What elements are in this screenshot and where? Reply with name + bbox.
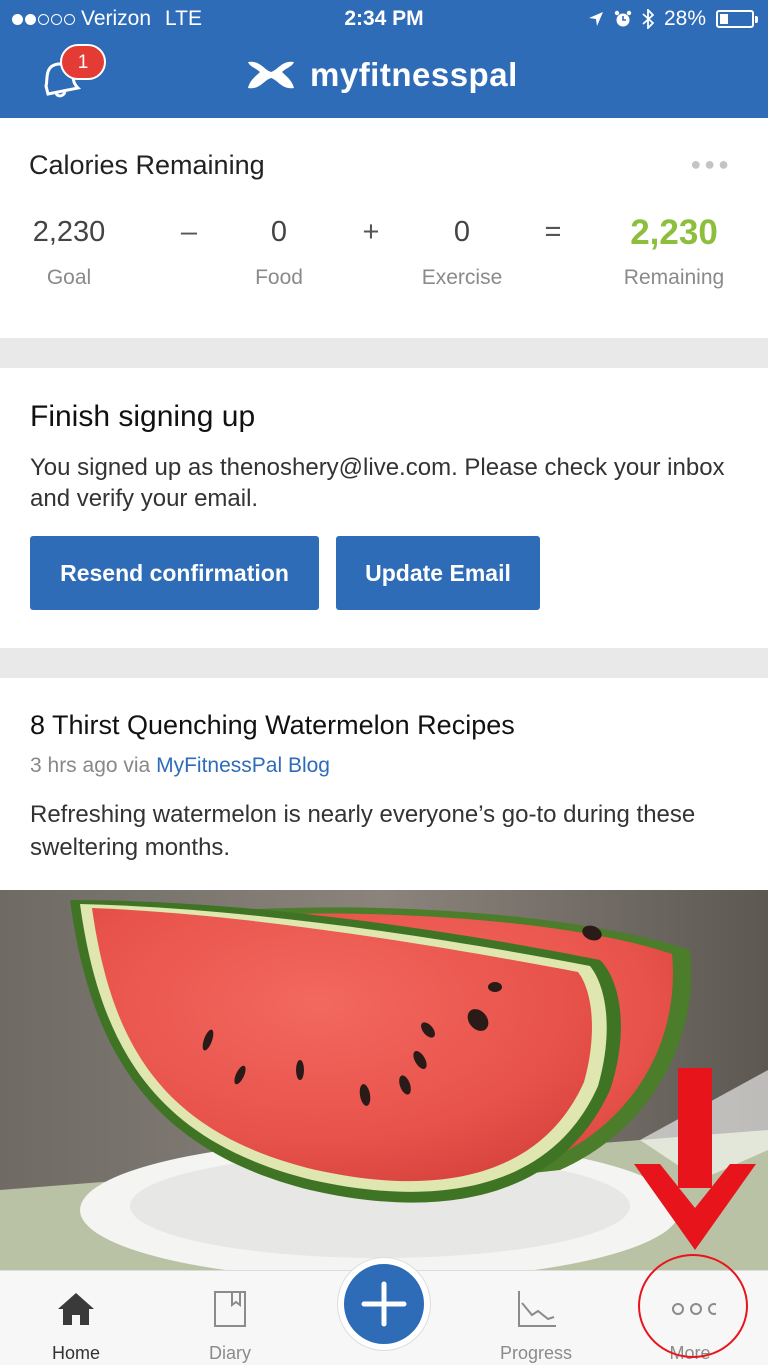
signup-title: Finish signing up [30,400,256,433]
status-right: 28% [588,7,758,31]
equals-sign: = [544,216,562,248]
article-time: 3 hrs ago via [30,754,157,777]
status-bar: Verizon LTE 2:34 PM 28% [0,0,768,40]
resend-confirmation-button[interactable]: Resend confirmation [30,536,319,610]
calories-card[interactable]: Calories Remaining ●●● 2,230 Goal – 0 Fo… [0,118,768,338]
plus-icon [361,1281,407,1327]
article-title[interactable]: 8 Thirst Quenching Watermelon Recipes [30,710,515,741]
update-email-button[interactable]: Update Email [336,536,540,610]
alarm-icon [614,10,632,27]
brand-name: myfitnesspal [310,56,518,93]
add-entry-button[interactable] [338,1258,430,1350]
finish-signup-card: Finish signing up You signed up as theno… [0,368,768,648]
tab-home-label: Home [51,1343,100,1363]
more-options-icon[interactable]: ●●● [690,154,732,175]
diary-icon [214,1291,246,1327]
annotation-arrow-icon [634,1068,756,1250]
battery-icon [716,10,758,28]
food-label: Food [255,266,303,289]
progress-icon [518,1291,556,1327]
tab-home[interactable]: Home [16,1271,136,1365]
article-meta: 3 hrs ago via MyFitnessPal Blog [30,754,330,778]
brand: myfitnesspal [244,56,518,94]
remaining-label: Remaining [623,266,725,289]
goal-label: Goal [46,266,92,289]
tab-diary[interactable]: Diary [170,1271,290,1365]
exercise-label: Exercise [421,266,503,289]
goal-value: 2,230 [32,216,106,248]
article-summary: Refreshing watermelon is nearly everyone… [30,801,696,861]
bluetooth-icon [642,9,654,29]
home-icon [58,1293,94,1325]
article-source-link[interactable]: MyFitnessPal Blog [156,754,330,777]
under-armour-logo-icon [248,61,294,89]
app-header: Verizon LTE 2:34 PM 28% 1 myfitnesspal [0,0,768,118]
food-value: 0 [270,216,288,248]
location-icon [588,12,603,26]
notification-badge[interactable]: 1 [60,44,106,80]
exercise-value: 0 [453,216,471,248]
annotation-circle [638,1254,748,1358]
tab-diary-label: Diary [208,1343,251,1363]
tab-progress-label: Progress [499,1343,573,1363]
calories-title: Calories Remaining [29,150,265,180]
tab-progress[interactable]: Progress [476,1271,596,1365]
signup-message: You signed up as thenoshery@live.com. Pl… [30,454,725,512]
remaining-value: 2,230 [630,213,718,252]
battery-percent: 28% [663,7,706,30]
